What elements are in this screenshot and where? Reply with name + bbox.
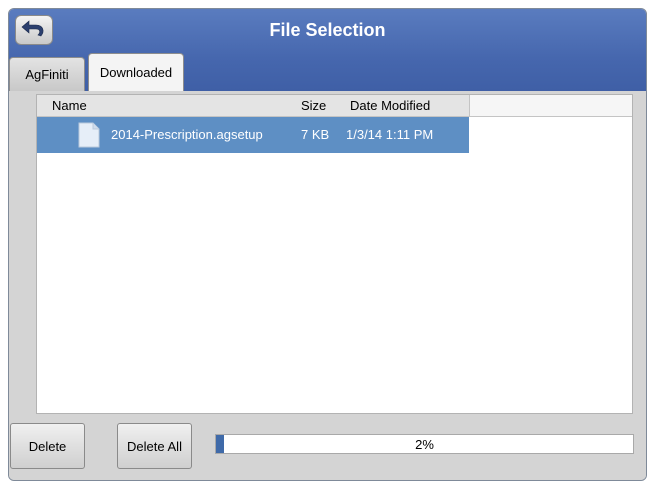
- column-header-name[interactable]: Name: [52, 98, 87, 113]
- file-selection-window: File Selection AgFiniti Downloaded Name …: [8, 8, 647, 481]
- column-header-date-modified[interactable]: Date Modified: [350, 98, 430, 113]
- file-date-modified: 1/3/14 1:11 PM: [346, 127, 434, 142]
- tab-agfiniti[interactable]: AgFiniti: [9, 57, 85, 91]
- tab-label: Downloaded: [99, 65, 173, 80]
- tab-content-panel: Name Size Date Modified 2014-Prescriptio…: [9, 91, 646, 480]
- title-bar: File Selection AgFiniti Downloaded: [9, 9, 646, 91]
- delete-all-button-label: Delete All: [127, 438, 182, 454]
- delete-button[interactable]: Delete: [10, 423, 85, 469]
- file-name: 2014-Prescription.agsetup: [111, 127, 263, 142]
- delete-all-button[interactable]: Delete All: [117, 423, 192, 469]
- list-header: Name Size Date Modified: [37, 95, 632, 117]
- file-list[interactable]: Name Size Date Modified 2014-Prescriptio…: [36, 94, 633, 414]
- document-icon: [78, 122, 100, 148]
- column-header-size[interactable]: Size: [301, 98, 326, 113]
- tab-downloaded[interactable]: Downloaded: [88, 53, 184, 91]
- window-title: File Selection: [269, 20, 386, 40]
- file-size: 7 KB: [301, 127, 330, 142]
- progress-label: 2%: [415, 437, 434, 452]
- header-filler: [469, 95, 632, 116]
- table-row[interactable]: 2014-Prescription.agsetup 7 KB 1/3/14 1:…: [37, 117, 469, 153]
- tab-label: AgFiniti: [25, 67, 69, 82]
- delete-button-label: Delete: [28, 438, 67, 454]
- progress-bar: 2%: [215, 434, 634, 454]
